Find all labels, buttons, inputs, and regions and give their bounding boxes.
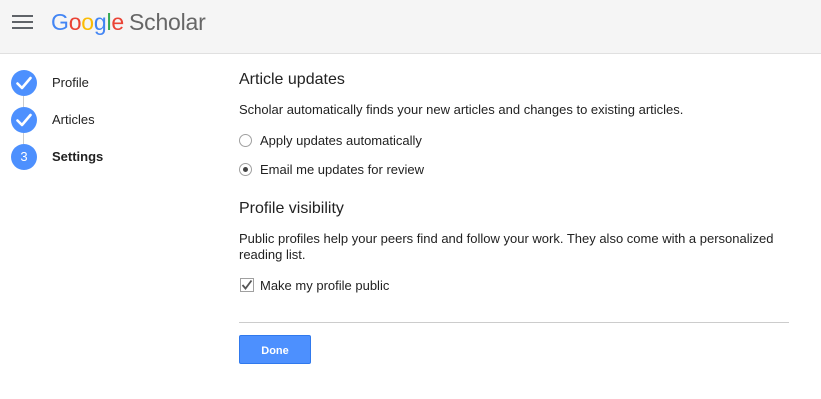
- make-profile-public-option[interactable]: Make my profile public: [239, 278, 409, 294]
- step-label: Profile: [52, 75, 89, 90]
- profile-visibility-title: Profile visibility: [239, 200, 344, 217]
- option-label: Make my profile public: [260, 278, 390, 293]
- checkbox-checked-icon[interactable]: [240, 278, 254, 292]
- radio-button-selected[interactable]: [239, 163, 252, 176]
- profile-visibility-description: Public profiles help your peers find and…: [239, 231, 774, 262]
- step-profile[interactable]: Profile: [11, 70, 211, 96]
- apply-updates-automatically-option[interactable]: Apply updates automatically: [239, 133, 439, 149]
- logo-letter: g: [93, 9, 107, 35]
- hamburger-menu-icon[interactable]: [12, 14, 33, 30]
- step-articles[interactable]: Articles: [11, 107, 211, 133]
- radio-button[interactable]: [239, 134, 252, 147]
- step-complete-check-icon: [11, 107, 37, 133]
- divider: [239, 322, 789, 323]
- google-scholar-logo[interactable]: Google Scholar: [51, 8, 206, 36]
- step-connector: [23, 96, 24, 107]
- step-complete-check-icon: [11, 70, 37, 96]
- done-button[interactable]: Done: [239, 335, 311, 364]
- email-updates-for-review-option[interactable]: Email me updates for review: [239, 162, 439, 178]
- step-settings[interactable]: 3 Settings: [11, 144, 211, 170]
- logo-letter: e: [111, 9, 124, 35]
- option-label: Email me updates for review: [260, 162, 425, 177]
- option-label: Apply updates automatically: [260, 133, 422, 148]
- logo-product-name: Scholar: [129, 9, 206, 35]
- step-connector: [23, 133, 24, 144]
- app-header: Google Scholar: [0, 0, 821, 54]
- step-label: Articles: [52, 112, 95, 127]
- logo-letter: o: [68, 9, 82, 35]
- article-updates-description: Scholar automatically finds your new art…: [239, 102, 684, 117]
- step-label: Settings: [52, 149, 104, 164]
- article-updates-title: Article updates: [239, 71, 345, 88]
- logo-letter: G: [51, 9, 69, 35]
- step-number: 3: [11, 144, 37, 170]
- logo-letter: o: [81, 9, 94, 35]
